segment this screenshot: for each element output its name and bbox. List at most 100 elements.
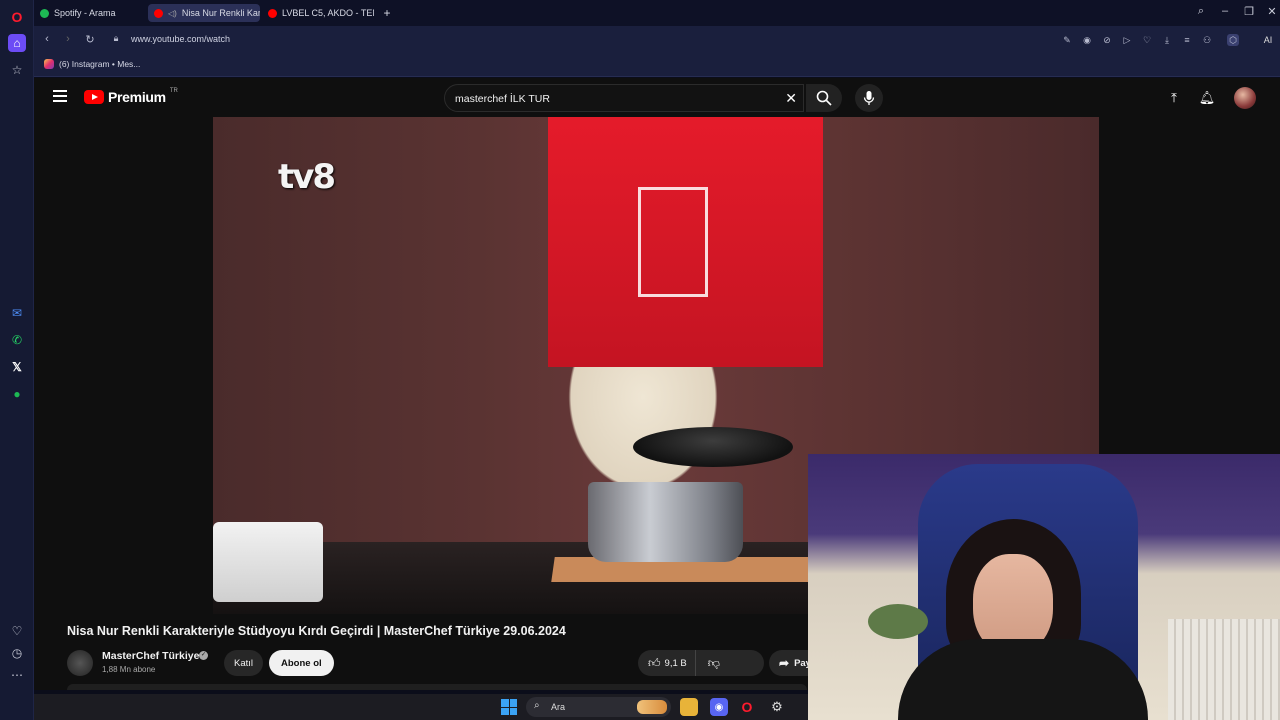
tab-label: Spotify - Arama [54, 8, 116, 18]
search-box: ✕ [444, 84, 804, 112]
region-label: TR [169, 88, 178, 94]
search-button[interactable] [806, 84, 842, 112]
taskbar-search[interactable]: ⌕ Ara [526, 697, 671, 717]
bookmark-heart-icon[interactable]: ♡ [1141, 34, 1153, 46]
search-icon: ⌕ [534, 700, 540, 711]
channel-name[interactable]: MasterChef Türkiye [102, 650, 199, 662]
verified-badge-icon: ✓ [199, 651, 208, 660]
windows-taskbar: ⌕ Ara ◉ O ⚙ [34, 694, 808, 720]
whatsapp-icon[interactable]: ✆ [8, 331, 26, 349]
youtube-logo[interactable]: Premium TR [84, 88, 178, 105]
forward-icon[interactable]: › [61, 33, 75, 45]
streamer-body [898, 639, 1148, 720]
tab-lvbel[interactable]: LVBEL C5, AKDO - TEMPO [262, 4, 374, 22]
studio-red-sign [548, 117, 823, 367]
channel-avatar[interactable] [67, 650, 93, 676]
search-tabs-icon[interactable]: ⌕ [1193, 5, 1209, 18]
description-box[interactable] [67, 684, 807, 690]
back-icon[interactable]: ‹ [40, 33, 54, 45]
turtle-plush [868, 604, 928, 639]
discord-icon[interactable]: ◉ [710, 698, 728, 716]
minimize-icon[interactable]: – [1217, 5, 1233, 17]
snapshot-icon[interactable]: ✎ [1061, 34, 1073, 46]
steel-pot [588, 482, 743, 562]
tv8-channel-logo: tv8 [278, 157, 336, 197]
close-window-icon[interactable]: ✕ [1264, 5, 1280, 18]
youtube-favicon-icon [154, 8, 163, 18]
share-arrow-icon: ➦ [779, 656, 790, 670]
spotify-favicon-icon [40, 8, 49, 18]
notifications-bell-icon[interactable]: 🔔︎ [1197, 88, 1217, 108]
youtube-header: Premium TR ✕ ⤒ 🔔︎ [34, 78, 1280, 118]
star-icon[interactable]: ☆ [8, 61, 26, 79]
opera-icon[interactable]: O [738, 698, 756, 716]
video-title: Nisa Nur Renkli Karakteriyle Stüdyoyu Kı… [67, 624, 566, 638]
browser-sidebar: O ⌂ ☆ ✉ ✆ 𝕏 ● ♡ ◷ ⋯ [0, 0, 34, 720]
new-tab-button[interactable]: + [378, 4, 396, 22]
messenger-icon[interactable]: ✉ [8, 304, 26, 322]
aria-ai-button[interactable]: AI [1256, 34, 1280, 46]
clear-search-icon[interactable]: ✕ [785, 90, 797, 107]
thumbs-up-icon: 👍︎ [648, 655, 661, 670]
aria-label: AI [1263, 35, 1273, 45]
upload-icon[interactable]: ⤒ [1164, 88, 1184, 108]
like-count: 9,1 B [664, 657, 687, 669]
speaker-icon[interactable]: ◁) [168, 9, 177, 18]
explorer-icon[interactable] [680, 698, 698, 716]
download-icon[interactable]: ⤓ [1161, 34, 1173, 46]
join-button[interactable]: Katıl [224, 650, 264, 676]
hamburger-menu-icon[interactable] [53, 90, 67, 102]
tab-label: Nisa Nur Renkli Karak [181, 8, 260, 18]
webcam-overlay [808, 454, 1280, 720]
youtube-favicon-icon [268, 8, 277, 18]
history-icon[interactable]: ◷ [8, 644, 26, 662]
thumbs-down-icon: 👎︎ [707, 655, 720, 670]
microphone-icon [863, 91, 875, 105]
mixing-bowl [213, 522, 323, 602]
tab-youtube-active[interactable]: ◁) Nisa Nur Renkli Karak [148, 4, 260, 22]
frying-pan [633, 427, 793, 467]
heart-icon[interactable]: ♡ [8, 622, 26, 640]
like-button[interactable]: 👍︎ 9,1 B [638, 650, 696, 676]
voice-search-button[interactable] [855, 84, 883, 112]
more-icon[interactable]: ⋯ [8, 666, 26, 684]
url-field[interactable]: www.youtube.com/watch [131, 34, 230, 44]
tab-label: LVBEL C5, AKDO - TEMPO [282, 8, 374, 18]
home-icon[interactable]: ⌂ [8, 34, 26, 52]
subscribe-button[interactable]: Abone ol [269, 650, 334, 676]
vpn-icon[interactable]: ⊘ [1101, 34, 1113, 46]
bookmarks-bar: (6) Instagram • Mes... [34, 54, 1280, 77]
tab-strip: Spotify - Arama ◁) Nisa Nur Renkli Karak… [34, 0, 1280, 26]
radiator [1168, 619, 1280, 720]
bookmark-instagram[interactable]: (6) Instagram • Mes... [44, 59, 140, 69]
youtube-play-icon [84, 90, 104, 104]
search-input[interactable] [455, 91, 765, 107]
steam-icon[interactable]: ⚙ [768, 698, 786, 716]
lock-icon[interactable]: 🔒︎ [109, 33, 123, 44]
windows-start-icon[interactable] [501, 699, 517, 715]
camera-icon[interactable]: ◉ [1081, 34, 1093, 46]
player-icon[interactable]: ▷ [1121, 34, 1133, 46]
search-icon [816, 90, 832, 106]
address-bar: ‹ › ↻ 🔒︎ www.youtube.com/watch ✎ ◉ ⊘ ▷ ♡… [34, 26, 1280, 54]
subscriber-count: 1,88 Mn abone [102, 665, 156, 674]
extension-icon[interactable]: ⬡ [1227, 34, 1239, 46]
profile-icon[interactable]: ⚇ [1201, 34, 1213, 46]
easy-setup-icon[interactable]: ≡ [1181, 34, 1193, 46]
dislike-button[interactable]: 👎︎ [696, 656, 732, 671]
x-icon[interactable]: 𝕏 [8, 358, 26, 376]
spotify-icon[interactable]: ● [8, 385, 26, 403]
user-avatar[interactable] [1234, 87, 1256, 109]
like-dislike-group: 👍︎ 9,1 B 👎︎ [638, 650, 764, 676]
reload-icon[interactable]: ↻ [83, 33, 97, 46]
instagram-icon [44, 59, 54, 69]
search-highlight-image [637, 700, 667, 714]
restore-icon[interactable]: ❐ [1241, 5, 1257, 18]
channel-row: MasterChef Türkiye ✓ 1,88 Mn abone Katıl… [67, 648, 835, 680]
opera-logo-icon[interactable]: O [8, 8, 26, 26]
taskbar-search-label: Ara [551, 702, 566, 712]
plus-icon: + [383, 6, 391, 20]
bookmark-label: (6) Instagram • Mes... [59, 59, 141, 69]
tab-spotify[interactable]: Spotify - Arama [34, 4, 146, 22]
brand-label: Premium [108, 89, 166, 105]
